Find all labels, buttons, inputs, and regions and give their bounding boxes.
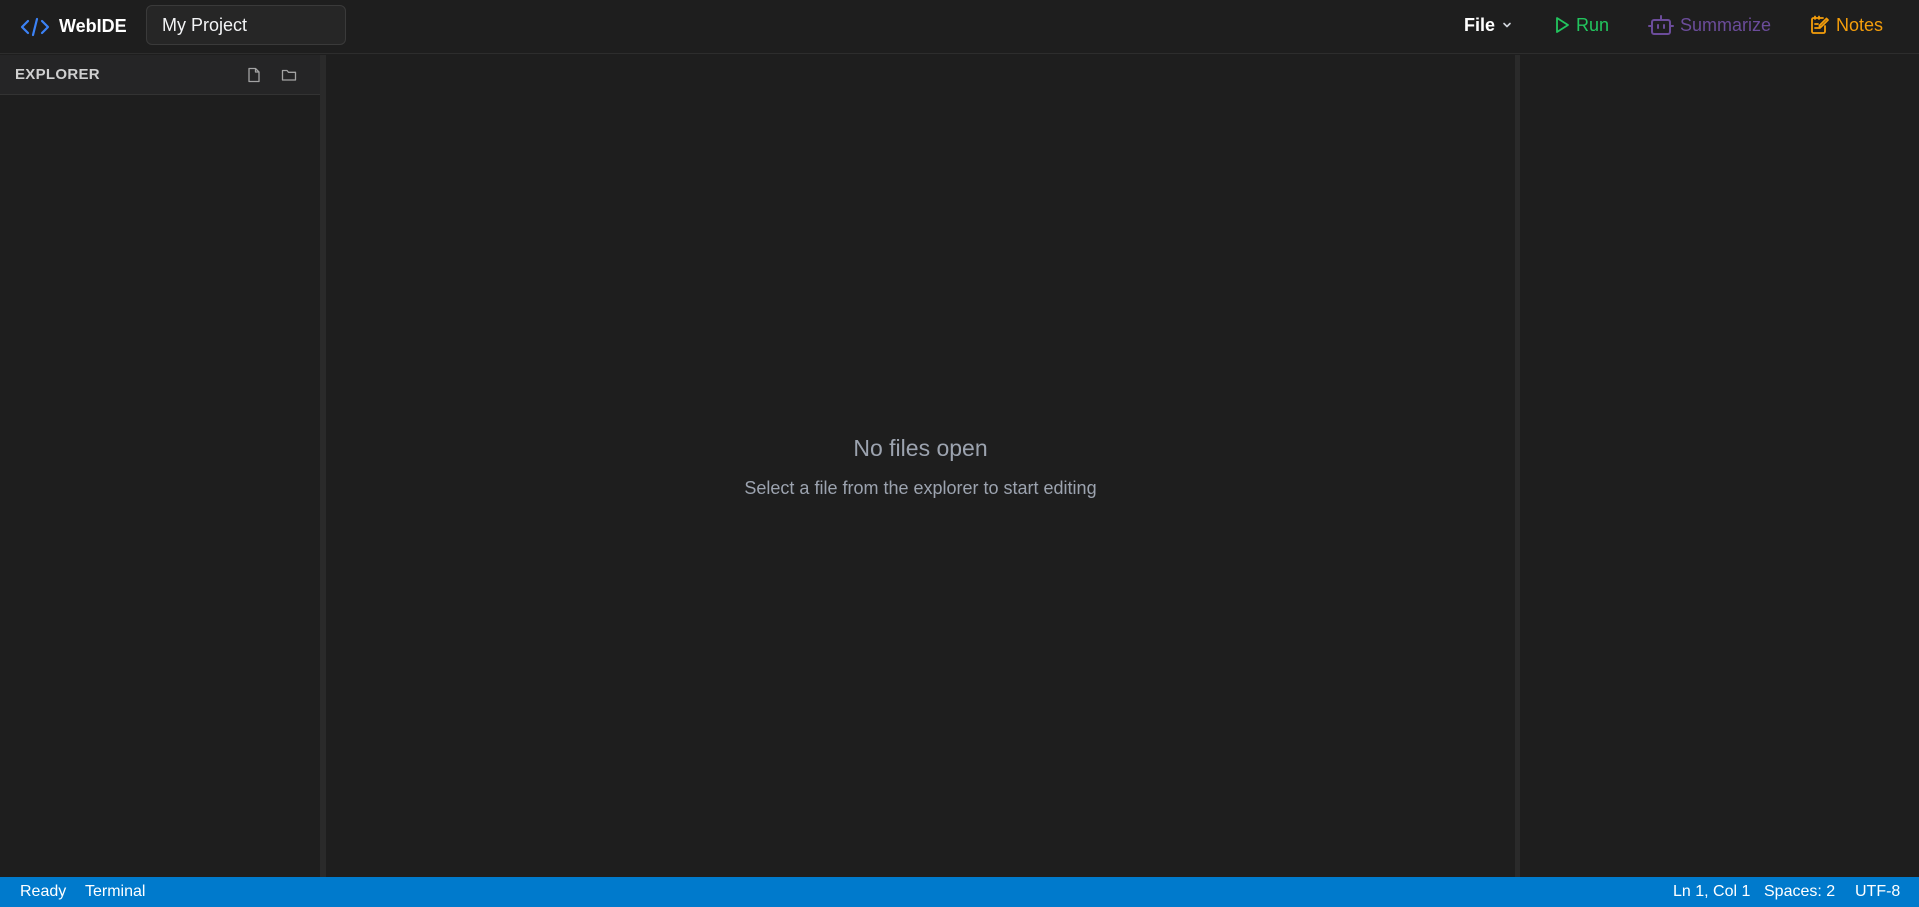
- explorer-title: EXPLORER: [15, 66, 100, 83]
- brand-name: WebIDE: [59, 16, 127, 36]
- status-bar: Ready Terminal Ln 1, Col 1 Spaces: 2 UTF…: [0, 877, 1919, 907]
- code-icon: [20, 15, 50, 39]
- indentation-setting[interactable]: Spaces: 2: [1764, 883, 1835, 901]
- explorer-sidebar: EXPLORER: [0, 55, 320, 877]
- editor-area: No files open Select a file from the exp…: [326, 55, 1515, 877]
- empty-state-subtitle: Select a file from the explorer to start…: [744, 478, 1097, 498]
- terminal-toggle[interactable]: Terminal: [85, 883, 145, 901]
- play-icon: [1554, 16, 1570, 34]
- new-file-icon[interactable]: [245, 66, 263, 84]
- notes-label: Notes: [1836, 14, 1884, 35]
- file-menu-label: File: [1464, 14, 1496, 35]
- explorer-header: EXPLORER: [0, 55, 320, 95]
- run-label: Run: [1576, 14, 1610, 35]
- app-window: WebIDE File Run: [0, 0, 1919, 907]
- summarize-button[interactable]: Summarize: [1648, 10, 1771, 40]
- status-ready: Ready: [20, 883, 67, 900]
- run-button[interactable]: Run: [1554, 10, 1609, 40]
- brand: WebIDE: [20, 15, 127, 39]
- notepad-edit-icon: [1810, 15, 1830, 35]
- encoding-setting[interactable]: UTF-8: [1855, 883, 1900, 901]
- empty-state-title: No files open: [853, 435, 988, 461]
- project-name-input[interactable]: [146, 5, 346, 45]
- new-folder-icon[interactable]: [280, 66, 298, 84]
- file-menu-button[interactable]: File: [1464, 10, 1513, 40]
- right-panel: [1520, 55, 1919, 877]
- cursor-position[interactable]: Ln 1, Col 1: [1673, 883, 1750, 901]
- bot-icon: [1648, 14, 1674, 36]
- chevron-down-icon: [1501, 19, 1513, 31]
- notes-button[interactable]: Notes: [1810, 10, 1883, 40]
- top-bar: WebIDE File Run: [0, 0, 1919, 54]
- summarize-label: Summarize: [1680, 14, 1772, 35]
